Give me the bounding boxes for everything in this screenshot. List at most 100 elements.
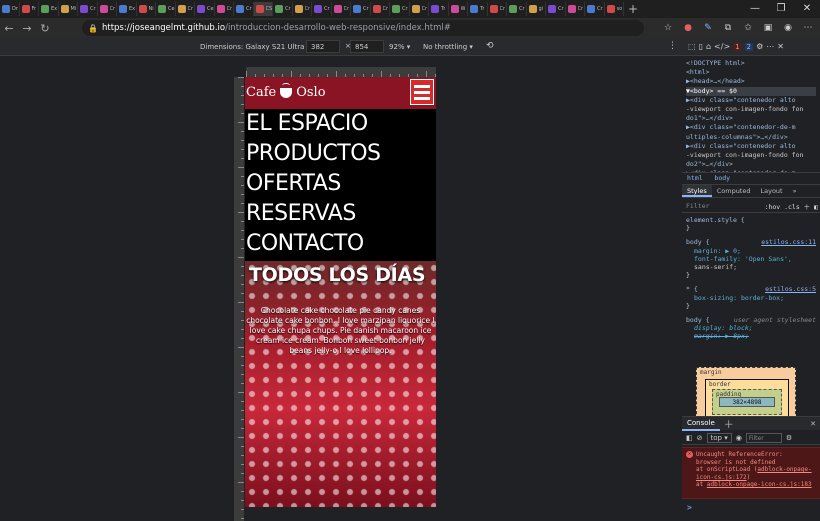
browser-tab[interactable]: Cr — [507, 2, 527, 16]
browser-tab[interactable]: W — [449, 2, 468, 16]
forward-icon[interactable]: → — [18, 22, 36, 35]
close-icon[interactable]: ✕ — [794, 0, 820, 18]
breadcrumb-body[interactable]: body — [714, 174, 730, 182]
dom-node[interactable]: ▼<body> == $0 — [686, 86, 816, 96]
reload-icon[interactable]: ↻ — [36, 22, 54, 35]
new-tab-icon[interactable]: + — [628, 2, 638, 16]
rotate-icon[interactable]: ⟲ — [486, 41, 494, 51]
dom-node[interactable]: do1">…</div> — [686, 114, 816, 123]
rule-property[interactable]: margin: ▶ 0; — [694, 247, 816, 255]
minimize-icon[interactable]: — — [742, 0, 768, 18]
browser-tab[interactable]: Ex — [39, 2, 59, 16]
tab-layout[interactable]: Layout — [756, 185, 788, 197]
browser-tab[interactable]: Dr — [0, 2, 20, 16]
dom-node[interactable]: ▶<head>…</head> — [686, 77, 816, 86]
dom-node[interactable]: <html> — [686, 68, 816, 77]
dom-node[interactable]: ▶<div class="contenedor alto — [686, 142, 816, 151]
clear-console-icon[interactable]: ⊘ — [697, 434, 703, 442]
maximize-icon[interactable]: ❐ — [768, 0, 794, 18]
lock-icon[interactable]: 🔒 — [88, 24, 98, 33]
browser-tab[interactable]: Cr — [215, 2, 234, 16]
browser-tab[interactable]: Cr — [488, 2, 507, 16]
url-field[interactable]: 🔒 https://joseangelmt.github.io /introdu… — [82, 20, 644, 36]
context-select[interactable]: top ▾ — [706, 432, 732, 443]
browser-tab[interactable]: Cr — [332, 2, 351, 16]
dom-node[interactable]: do2">…</div> — [686, 160, 816, 169]
browser-tab[interactable]: Cr — [351, 2, 371, 16]
throttling-select[interactable]: No throttling ▾ — [423, 43, 473, 51]
nav-item-productos[interactable]: PRODUCTOS — [245, 139, 436, 169]
nav-item-ofertas[interactable]: OFERTAS — [245, 169, 436, 199]
height-input[interactable]: 854 — [350, 40, 384, 53]
error-source-link[interactable]: adblock-onpage-icon-cs.js:183 — [707, 481, 812, 488]
browser-tab[interactable]: Mi — [59, 2, 78, 16]
width-input[interactable]: 382 — [306, 40, 340, 53]
devtools-more-icon[interactable]: ⋯ — [766, 42, 774, 51]
rule-source-link[interactable]: estilos.css:5 — [765, 285, 816, 293]
inspect-icon[interactable]: ⬚ — [688, 42, 696, 51]
browser-tab[interactable]: Ni — [137, 2, 156, 16]
browser-tab[interactable]: Cr — [390, 2, 410, 16]
dom-node[interactable]: ▶<div class="contenedor-de-m — [686, 123, 816, 132]
dom-node[interactable]: ultiples-columnas">…</div> — [686, 133, 816, 142]
rule-property[interactable]: box-sizing: border-box; — [694, 294, 816, 302]
browser-tab[interactable]: Cr — [176, 2, 195, 16]
extensions-icon[interactable]: ⧉ — [720, 21, 736, 35]
browser-tab[interactable]: Cr — [234, 2, 254, 16]
browser-tab[interactable]: gi — [527, 2, 546, 16]
nav-item-reservas[interactable]: RESERVAS — [245, 199, 436, 229]
devtools-close-icon[interactable]: ✕ — [777, 42, 784, 51]
nav-item-contacto[interactable]: CONTACTO — [245, 229, 436, 259]
browser-tab[interactable]: Tr — [468, 2, 488, 16]
collections-icon[interactable]: ▣ — [760, 21, 776, 35]
browser-tab[interactable]: Ce — [195, 2, 215, 16]
browser-tab[interactable]: Cr — [312, 2, 332, 16]
favorites-icon[interactable]: ✩ — [740, 21, 756, 35]
dom-node[interactable]: -viewport con-imagen-fondo fon — [686, 105, 816, 114]
tab-more[interactable]: » — [788, 185, 802, 197]
hov-toggle[interactable]: :hov — [765, 203, 781, 211]
zoom-select[interactable]: 92% ▾ — [389, 43, 410, 51]
more-icon[interactable]: ⋯ — [800, 21, 816, 35]
tab-console[interactable]: Console — [682, 417, 720, 431]
settings-icon[interactable]: ⚙ — [756, 42, 763, 51]
welcome-icon[interactable]: ⌂ — [706, 42, 711, 51]
browser-tab[interactable]: Cr — [566, 2, 585, 16]
tab-styles[interactable]: Styles — [682, 185, 712, 197]
browser-tab[interactable]: Cr — [585, 2, 605, 16]
console-settings-icon[interactable]: ⚙ — [786, 434, 792, 442]
browser-tab[interactable]: Cr — [78, 2, 98, 16]
star-icon[interactable]: ☆ — [660, 21, 676, 35]
browser-tab[interactable]: Cr — [273, 2, 293, 16]
back-icon[interactable]: ← — [0, 22, 18, 35]
device-select[interactable]: Dimensions: Galaxy S21 Ultra ▾ — [200, 43, 310, 51]
console-close-icon[interactable]: ✕ — [810, 420, 816, 428]
pen-icon[interactable]: ✎ — [700, 21, 716, 35]
sidebar-toggle-icon[interactable]: ◧ — [814, 203, 818, 211]
console-prompt[interactable]: > — [687, 503, 692, 512]
browser-tab[interactable]: Cr — [546, 2, 566, 16]
breadcrumb-html[interactable]: html — [687, 174, 703, 182]
dom-node[interactable]: ▶<div class="contenedor alto — [686, 96, 816, 105]
browser-tab[interactable]: Ce — [156, 2, 176, 16]
browser-tab[interactable]: so — [605, 2, 624, 16]
browser-tab[interactable]: CS — [253, 2, 273, 16]
styles-filter-input[interactable]: Filter — [686, 202, 709, 210]
console-filter-input[interactable]: Filter — [745, 432, 782, 443]
browser-tab[interactable]: Fr — [20, 2, 39, 16]
nav-item-el-espacio[interactable]: EL ESPACIO — [245, 109, 436, 139]
site-logo[interactable]: Cafe Oslo — [246, 82, 326, 100]
sidebar-icon[interactable]: ◧ — [686, 434, 693, 442]
error-count[interactable]: 1 — [733, 42, 742, 51]
profile-icon[interactable]: ◉ — [780, 21, 796, 35]
browser-tab[interactable]: Ex — [117, 2, 137, 16]
rule-property[interactable]: font-family: 'Open Sans', — [694, 255, 816, 263]
browser-tab[interactable]: Tr — [429, 2, 449, 16]
browser-tab[interactable]: Cr — [98, 2, 117, 16]
extension-icon[interactable]: ● — [680, 21, 696, 35]
device-more-icon[interactable]: ⋮ — [668, 41, 677, 51]
hamburger-menu-icon[interactable] — [410, 79, 434, 105]
rule-source-link[interactable]: estilos.css:11 — [761, 238, 816, 246]
browser-tab[interactable]: Cr — [293, 2, 312, 16]
add-tab-icon[interactable]: ＋ — [724, 416, 734, 431]
